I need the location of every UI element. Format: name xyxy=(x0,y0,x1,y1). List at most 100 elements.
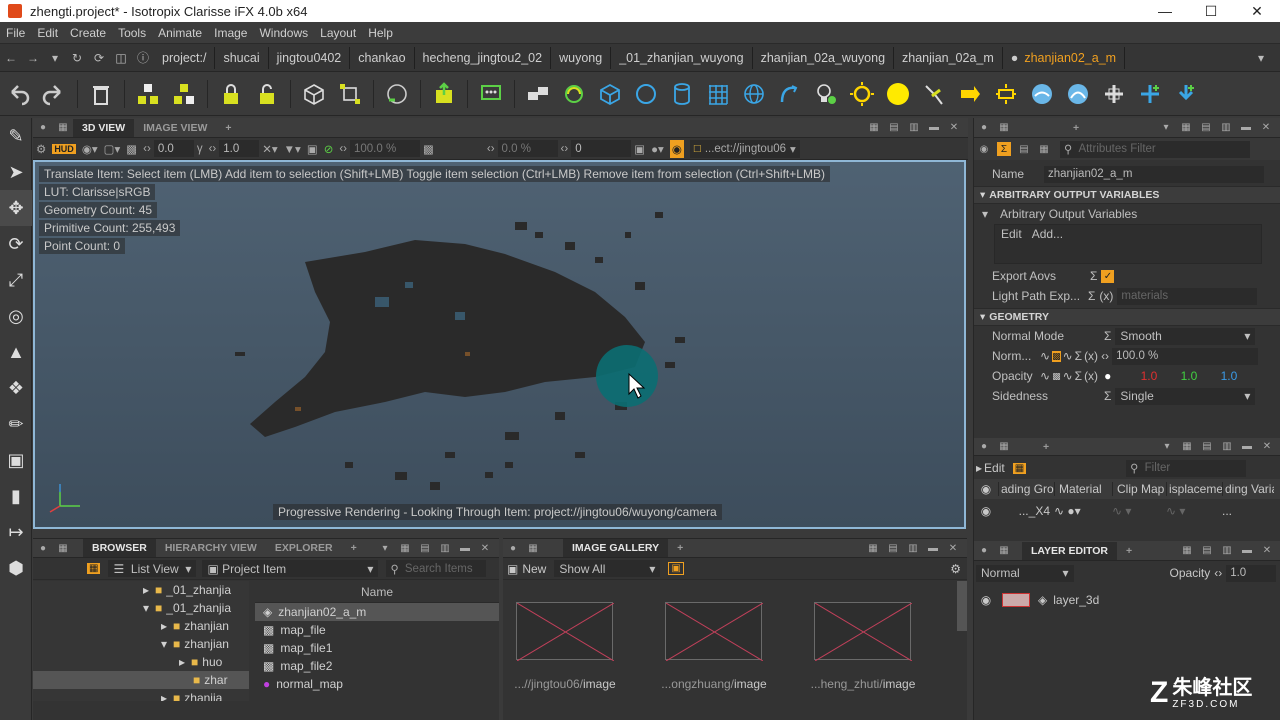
tree-row[interactable]: ▸ ■ huo xyxy=(33,653,249,671)
opacity-r-field[interactable]: 1.0 xyxy=(1117,369,1158,383)
lock-icon[interactable]: ● xyxy=(36,541,50,555)
sigma-icon[interactable]: Σ xyxy=(1075,349,1082,363)
new-image-button[interactable]: ▣ New xyxy=(507,562,546,576)
settings-icon[interactable]: ⚙ xyxy=(36,140,46,158)
layout-vsplit-icon[interactable]: ▥ xyxy=(1220,544,1234,558)
blend-mode-dropdown[interactable]: Normal ▾ xyxy=(976,564,1074,582)
lock-icon[interactable] xyxy=(216,79,246,109)
breadcrumb-hecheng[interactable]: hecheng_jingtou2_02 xyxy=(415,46,552,69)
dropdown-icon[interactable]: ▾ xyxy=(1160,440,1174,454)
lock-icon[interactable]: ● xyxy=(977,440,991,454)
sigma-icon[interactable]: Σ xyxy=(1104,329,1111,343)
lock-icon[interactable]: ● xyxy=(977,121,991,135)
texture-link-icon[interactable]: ▩ xyxy=(1052,371,1061,382)
gallery-image-thumbnail[interactable] xyxy=(665,602,764,662)
dropdown-icon[interactable]: ▾ xyxy=(378,541,392,555)
row-shading-group[interactable]: ..._X4 xyxy=(998,504,1054,518)
browser-options-icon[interactable]: ▦ xyxy=(87,563,101,574)
box-primitive-icon[interactable] xyxy=(595,79,625,109)
add-tab-button[interactable]: + xyxy=(668,539,692,557)
texture-link-icon[interactable]: ▩ xyxy=(1052,350,1061,362)
resolution-field[interactable]: 100.0 % xyxy=(350,140,420,157)
redo-icon[interactable] xyxy=(39,79,69,109)
layout-grid-icon[interactable]: ▦ xyxy=(867,121,881,135)
ungroup-icon[interactable] xyxy=(169,79,199,109)
add-camera-icon[interactable] xyxy=(1171,79,1201,109)
back-arrow-icon[interactable]: ← xyxy=(2,49,20,67)
row-eye-icon[interactable]: ◉ xyxy=(974,504,998,518)
key-icon[interactable]: ∿ xyxy=(1063,369,1073,383)
tab-browser[interactable]: BROWSER xyxy=(83,539,156,557)
breadcrumb-jingtou0402[interactable]: jingtou0402 xyxy=(269,46,351,69)
panel-menu-icon[interactable]: ▦ xyxy=(997,121,1011,135)
search-items-input[interactable]: ⚲ Search Items xyxy=(386,560,487,577)
opacity-g-field[interactable]: 1.0 xyxy=(1157,369,1198,383)
breadcrumb-project[interactable]: project:/ xyxy=(154,46,216,69)
frame-field[interactable]: 0 xyxy=(571,140,632,157)
maximize-panel-icon[interactable]: ▬ xyxy=(927,121,941,135)
camera-icon[interactable]: ▣ xyxy=(307,140,318,158)
shading-mode-icon[interactable]: ◉▾ xyxy=(82,140,98,158)
tree-row[interactable]: ▾ ■ _01_zhanjia xyxy=(33,599,249,617)
close-panel-icon[interactable]: ✕ xyxy=(1259,121,1273,135)
gamma-stepper-icon[interactable]: ‹› xyxy=(209,140,217,158)
shading-filter-input[interactable]: ⚲ Filter xyxy=(1126,459,1247,477)
delete-icon[interactable]: ◫ xyxy=(112,49,130,67)
shading-expand-icon[interactable]: ▸ xyxy=(976,461,982,475)
col-shading-group[interactable]: ading Grou xyxy=(998,482,1054,496)
stamp-tool-icon[interactable]: ▲ xyxy=(0,334,32,370)
menu-create[interactable]: Create xyxy=(64,26,112,40)
pen-tool-icon[interactable]: ✎ xyxy=(0,118,32,154)
layout-vsplit-icon[interactable]: ▥ xyxy=(1219,121,1233,135)
col-displacement[interactable]: isplaceme xyxy=(1166,482,1222,496)
list-item-selected[interactable]: ◈ zhanjian02_a_m xyxy=(255,603,499,621)
menu-windows[interactable]: Windows xyxy=(253,26,314,40)
menu-edit[interactable]: Edit xyxy=(31,26,64,40)
tab-image-view[interactable]: IMAGE VIEW xyxy=(134,119,216,137)
name-column-header[interactable]: Name xyxy=(255,581,499,603)
breadcrumb-01-zhanjian-wuyong[interactable]: _01_zhanjian_wuyong xyxy=(611,46,753,69)
display-icon[interactable]: ▢▾ xyxy=(104,140,121,158)
thumbnail-toggle-icon[interactable]: ▣ xyxy=(668,562,684,575)
history-dropdown-icon[interactable]: ▾ xyxy=(46,49,64,67)
sampling-field[interactable]: 0.0 % xyxy=(497,140,558,157)
filter-icon[interactable]: ▼▾ xyxy=(284,140,301,158)
menu-tools[interactable]: Tools xyxy=(112,26,152,40)
norm-field[interactable]: 100.0 % xyxy=(1112,347,1259,365)
stepper-icon[interactable]: ‹› xyxy=(1101,349,1109,363)
panel-menu-icon[interactable]: ▦ xyxy=(56,541,70,555)
3d-viewport[interactable]: Translate Item: Select item (LMB) Add it… xyxy=(33,160,966,529)
tree-row[interactable]: ▸ ■ zhanjia xyxy=(33,689,249,701)
maximize-button[interactable]: ☐ xyxy=(1188,0,1234,22)
sigma-icon[interactable]: Σ xyxy=(1088,289,1095,303)
maximize-panel-icon[interactable]: ▬ xyxy=(1240,440,1254,454)
camera-path-dropdown[interactable]: □ ...ect://jingtou06 ▾ xyxy=(689,139,800,158)
normal-mode-dropdown[interactable]: Smooth ▾ xyxy=(1115,327,1256,345)
snap-tool-icon[interactable]: ▮ xyxy=(0,478,32,514)
gallery-scrollbar[interactable] xyxy=(957,581,967,631)
context-icon[interactable] xyxy=(523,79,553,109)
export-aovs-checkbox[interactable]: ✓ xyxy=(1101,269,1115,283)
layer-opacity-field[interactable]: 1.0 xyxy=(1226,564,1276,582)
panel-menu-icon[interactable]: ▦ xyxy=(997,440,1011,454)
render-region-icon[interactable]: ▣ xyxy=(634,140,645,158)
cube-icon[interactable] xyxy=(299,79,329,109)
menu-layout[interactable]: Layout xyxy=(314,26,362,40)
show-filter-dropdown[interactable]: Show All ▾ xyxy=(554,560,661,577)
gallery-settings-icon[interactable]: ⚙ xyxy=(950,562,961,576)
scatterer-icon[interactable] xyxy=(559,79,589,109)
hex-tool-icon[interactable]: ⬢ xyxy=(0,550,32,586)
rotate-tool-icon[interactable]: ⟳ xyxy=(0,226,32,262)
breadcrumb-chankao[interactable]: chankao xyxy=(350,46,415,69)
maximize-panel-icon[interactable]: ▬ xyxy=(1240,544,1254,558)
col-shading-variable[interactable]: ding Varia xyxy=(1222,482,1274,496)
light-path-field[interactable]: materials xyxy=(1117,287,1258,305)
expand-icon[interactable]: ▾ xyxy=(982,207,988,221)
list-item[interactable]: ● normal_map xyxy=(255,675,499,693)
layout-split-icon[interactable]: ▤ xyxy=(887,121,901,135)
row-displacement[interactable]: ∿ ▾ xyxy=(1166,504,1222,518)
curve-icon[interactable] xyxy=(775,79,805,109)
shading-edit-button[interactable]: Edit xyxy=(984,461,1005,475)
shading-table-icon[interactable]: ▦ xyxy=(1012,462,1027,474)
exposure-stepper-icon[interactable]: ‹› xyxy=(143,140,151,158)
